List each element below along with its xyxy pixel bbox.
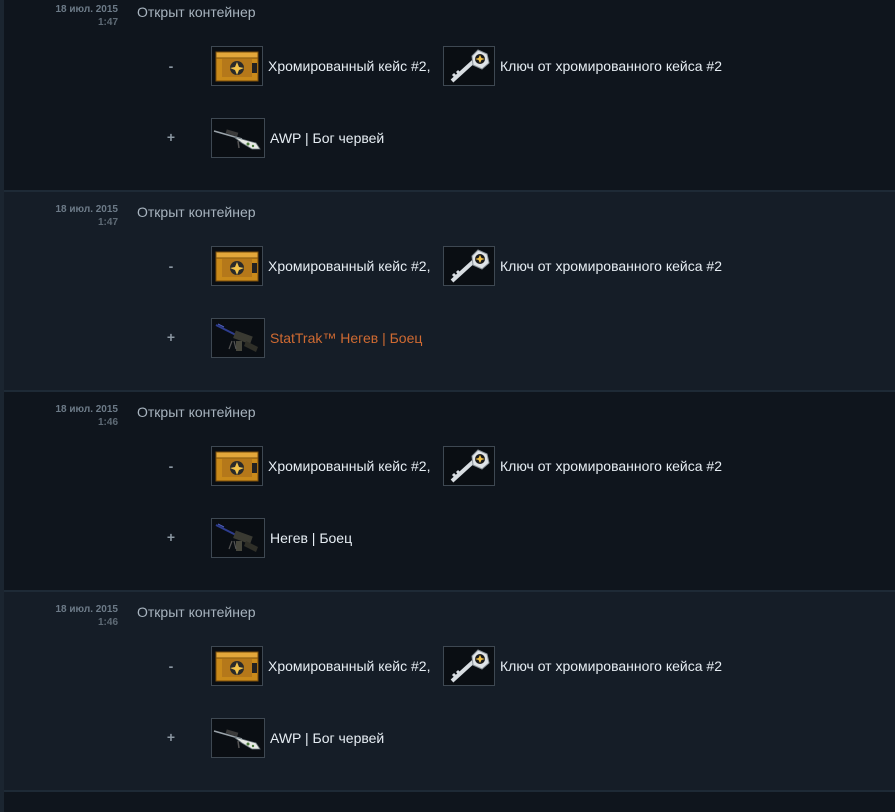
- added-item-thumb[interactable]: [211, 518, 265, 558]
- removed-item-label[interactable]: Ключ от хромированного кейса #2: [500, 58, 722, 74]
- removed-item-label[interactable]: Хромированный кейс #2,: [268, 658, 430, 674]
- removed-sign: -: [168, 658, 174, 674]
- chroma-case-icon: [212, 647, 262, 685]
- removed-item-thumb[interactable]: [211, 246, 263, 286]
- added-sign: +: [166, 529, 176, 545]
- added-sign: +: [166, 329, 176, 345]
- history-date: 18 июл. 2015: [55, 604, 119, 615]
- chroma-case-icon: [212, 247, 262, 285]
- history-description: Открыт контейнер: [137, 404, 256, 420]
- removed-sign: -: [168, 58, 174, 74]
- history-time: 1:46: [97, 417, 118, 428]
- removed-sign: -: [168, 458, 174, 474]
- removed-sign: -: [168, 258, 174, 274]
- case-key-icon: [444, 247, 494, 285]
- history-date: 18 июл. 2015: [55, 404, 119, 415]
- chroma-case-icon: [212, 447, 262, 485]
- chroma-case-icon: [212, 47, 262, 85]
- added-item-label[interactable]: StatTrak™ Негев | Боец: [270, 330, 422, 346]
- removed-item-thumb[interactable]: [443, 46, 495, 86]
- negev-machinegun-icon: [212, 519, 264, 557]
- negev-machinegun-icon: [212, 319, 264, 357]
- awp-rifle-icon: [212, 119, 264, 157]
- removed-item-label[interactable]: Ключ от хромированного кейса #2: [500, 258, 722, 274]
- removed-item-thumb[interactable]: [211, 646, 263, 686]
- removed-item-thumb[interactable]: [211, 446, 263, 486]
- added-item-label[interactable]: AWP | Бог червей: [270, 730, 384, 746]
- removed-item-thumb[interactable]: [443, 446, 495, 486]
- added-item-label[interactable]: AWP | Бог червей: [270, 130, 384, 146]
- added-sign: +: [166, 129, 176, 145]
- history-row: 18 июл. 2015 1:46 Открыт контейнер - Хро…: [4, 392, 895, 592]
- history-date: 18 июл. 2015: [55, 204, 119, 215]
- history-row: 18 июл. 2015 1:47 Открыт контейнер - Хро…: [4, 192, 895, 392]
- history-row-partial: [4, 792, 895, 812]
- history-time: 1:47: [97, 17, 118, 28]
- removed-item-label[interactable]: Хромированный кейс #2,: [268, 258, 430, 274]
- case-key-icon: [444, 647, 494, 685]
- added-sign: +: [166, 729, 176, 745]
- case-key-icon: [444, 47, 494, 85]
- added-item-thumb[interactable]: [211, 318, 265, 358]
- removed-item-thumb[interactable]: [443, 646, 495, 686]
- removed-item-label[interactable]: Хромированный кейс #2,: [268, 58, 430, 74]
- history-description: Открыт контейнер: [137, 204, 256, 220]
- history-time: 1:46: [97, 617, 118, 628]
- history-date: 18 июл. 2015: [55, 4, 119, 15]
- history-row: 18 июл. 2015 1:47 Открыт контейнер - Хро…: [4, 0, 895, 192]
- removed-item-label[interactable]: Ключ от хромированного кейса #2: [500, 658, 722, 674]
- removed-item-thumb[interactable]: [443, 246, 495, 286]
- history-row: 18 июл. 2015 1:46 Открыт контейнер - Хро…: [4, 592, 895, 792]
- case-key-icon: [444, 447, 494, 485]
- awp-rifle-icon: [212, 719, 264, 757]
- history-description: Открыт контейнер: [137, 604, 256, 620]
- added-item-thumb[interactable]: [211, 718, 265, 758]
- history-time: 1:47: [97, 217, 118, 228]
- removed-item-thumb[interactable]: [211, 46, 263, 86]
- removed-item-label[interactable]: Ключ от хромированного кейса #2: [500, 458, 722, 474]
- added-item-thumb[interactable]: [211, 118, 265, 158]
- removed-item-label[interactable]: Хромированный кейс #2,: [268, 458, 430, 474]
- added-item-label[interactable]: Негев | Боец: [270, 530, 352, 546]
- history-description: Открыт контейнер: [137, 4, 256, 20]
